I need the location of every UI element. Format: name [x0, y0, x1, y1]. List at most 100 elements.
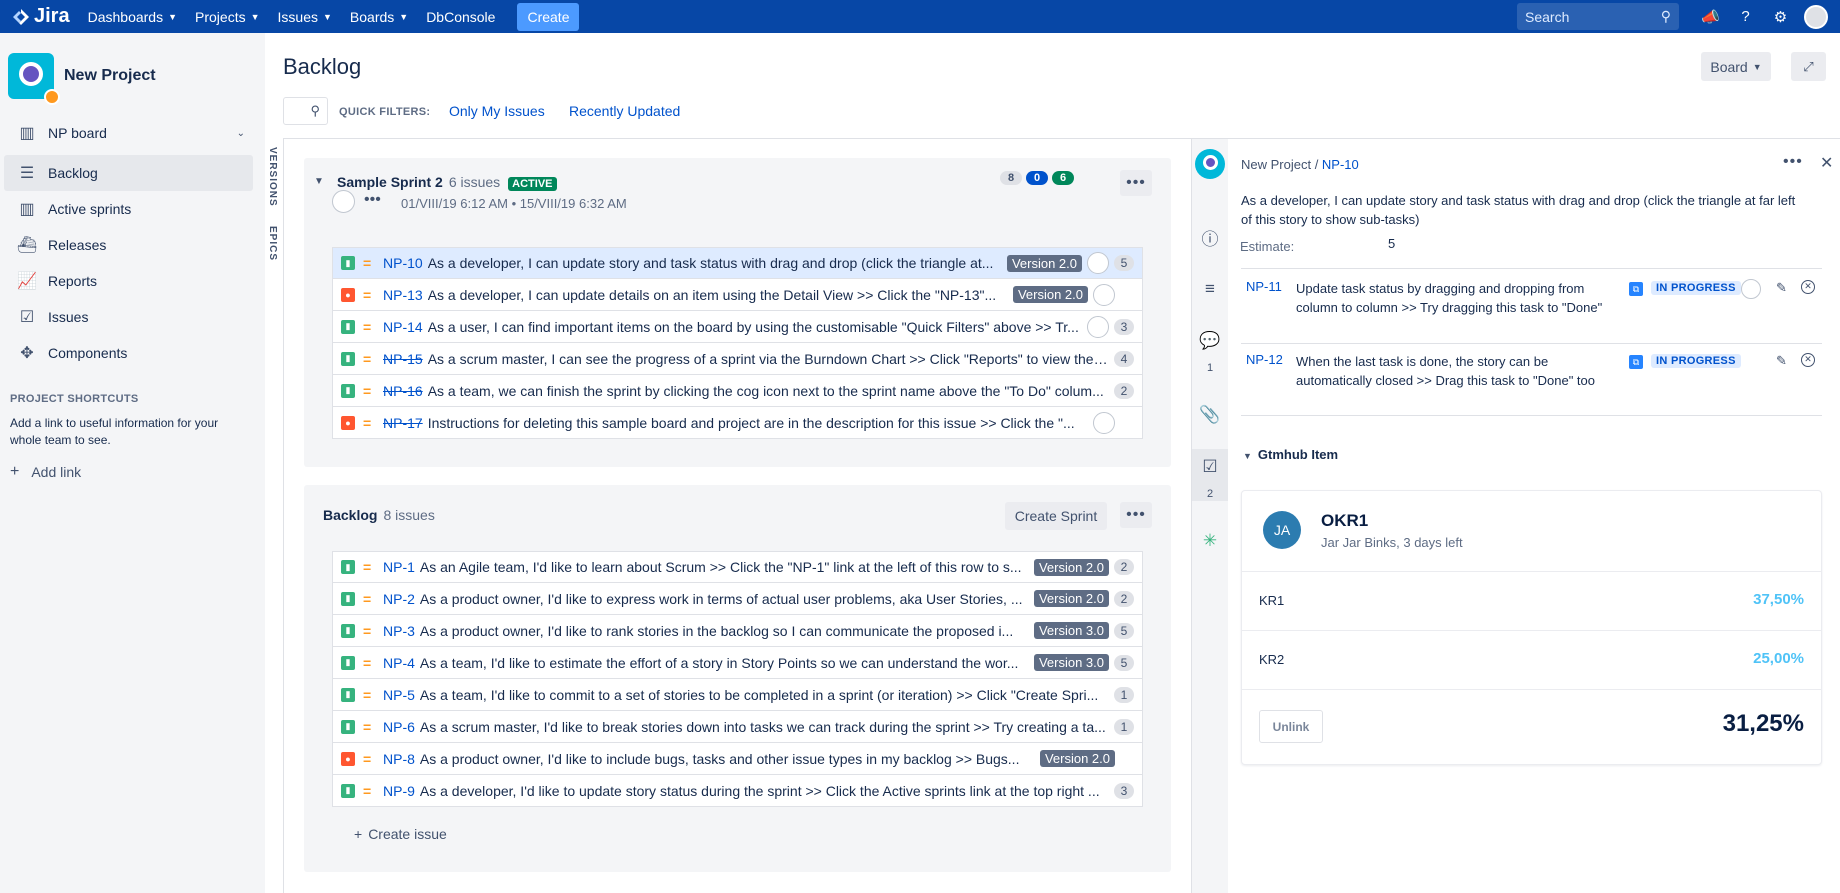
edit-icon[interactable]: ✎ [1776, 353, 1787, 369]
sidebar-item-components[interactable]: ✥ Components [4, 335, 253, 371]
project-header[interactable]: New Project [0, 33, 265, 105]
gtmhub-section-header[interactable]: ▼ Gtmhub Item [1243, 447, 1338, 462]
issue-key[interactable]: NP-9 [383, 783, 415, 799]
issue-key[interactable]: NP-15 [383, 351, 423, 367]
description-icon[interactable]: ≡ [1192, 279, 1228, 299]
more-icon[interactable]: ••• [1783, 153, 1803, 171]
sprint-more-button[interactable]: ••• [1120, 170, 1152, 196]
sprint-assignee-avatar[interactable] [332, 190, 355, 213]
issue-key[interactable]: NP-2 [383, 591, 415, 607]
expand-icon[interactable]: ⤢ [1791, 52, 1826, 81]
issue-key[interactable]: NP-16 [383, 383, 423, 399]
nav-dashboards[interactable]: Dashboards ▼ [88, 9, 177, 25]
done-count-badge: 6 [1052, 171, 1074, 185]
help-icon[interactable]: ? [1728, 8, 1763, 25]
sidebar-item-issues[interactable]: ☑ Issues [4, 299, 253, 335]
more-icon[interactable]: ••• [364, 191, 381, 209]
nav-projects[interactable]: Projects ▼ [195, 9, 260, 25]
board-selector[interactable]: ▥ NP board ⌄ [4, 115, 253, 151]
key-result-row: KR2 25,00% [1242, 630, 1821, 689]
issue-key[interactable]: NP-1 [383, 559, 415, 575]
breadcrumb-project[interactable]: New Project [1241, 157, 1311, 172]
user-avatar[interactable] [1804, 4, 1828, 29]
nav-dbconsole[interactable]: DbConsole [426, 9, 495, 25]
issue-key[interactable]: NP-10 [383, 255, 423, 271]
issue-row[interactable]: ▮ = NP-10 As a developer, I can update stor… [332, 247, 1143, 279]
assignee-avatar[interactable] [1093, 283, 1115, 306]
settings-icon[interactable]: ⚙ [1763, 8, 1798, 26]
issue-summary[interactable]: As a developer, I can update story and t… [1241, 191, 1801, 229]
sidebar-item-active-sprints[interactable]: ▥ Active sprints [4, 191, 253, 227]
issue-row[interactable]: ▮ = NP-3 As a product owner, I'd like to ra… [332, 615, 1143, 647]
subtask-row[interactable]: NP-11 Update task status by dragging and… [1241, 279, 1822, 341]
subtask-key[interactable]: NP-11 [1246, 279, 1282, 294]
issue-row[interactable]: ▮ = NP-6 As a scrum master, I'd like to bre… [332, 711, 1143, 743]
issue-row[interactable]: ▮ = NP-14 As a user, I can find important i… [332, 311, 1143, 343]
subtask-status[interactable]: IN PROGRESS [1651, 281, 1741, 295]
sidebar-item-label: Issues [48, 309, 89, 325]
estimate-value[interactable]: 5 [1388, 236, 1395, 251]
gtmhub-icon[interactable]: ✳ [1192, 531, 1228, 551]
issue-key[interactable]: NP-8 [383, 751, 415, 767]
issue-row[interactable]: ▮ = NP-1 As an Agile team, I'd like to lear… [332, 551, 1143, 583]
tab-versions[interactable]: VERSIONS [267, 147, 278, 207]
attachment-icon[interactable]: 📎 [1192, 405, 1228, 425]
issue-key[interactable]: NP-17 [383, 415, 423, 431]
close-icon[interactable]: ✕ [1820, 153, 1833, 173]
issue-key[interactable]: NP-5 [383, 687, 415, 703]
issue-row[interactable]: ▮ = NP-4 As a team, I'd like to estimate th… [332, 647, 1143, 679]
subtask-status[interactable]: IN PROGRESS [1651, 354, 1741, 368]
issue-row[interactable]: ▮ = NP-16 As a team, we can finish the spri… [332, 375, 1143, 407]
search-input[interactable]: Search ⚲ [1517, 3, 1679, 30]
nav-boards[interactable]: Boards ▼ [350, 9, 408, 25]
megaphone-icon[interactable]: 📣 [1693, 8, 1728, 26]
info-icon[interactable]: ⓘ [1192, 225, 1228, 250]
remove-icon[interactable]: ✕ [1801, 353, 1815, 367]
subtask-row[interactable]: NP-12 When the last task is done, the st… [1241, 352, 1822, 414]
create-button[interactable]: Create [517, 2, 580, 31]
sidebar-item-backlog[interactable]: ☰ Backlog [4, 155, 253, 191]
tab-epics[interactable]: EPICS [267, 226, 278, 261]
unlink-button[interactable]: Unlink [1259, 710, 1323, 743]
issue-row[interactable]: ● = NP-13 As a developer, I can update deta… [332, 279, 1143, 311]
issue-key[interactable]: NP-6 [383, 719, 415, 735]
collapse-caret-icon[interactable]: ▼ [314, 176, 324, 187]
subtask-assignee-avatar[interactable] [1741, 279, 1761, 299]
issue-row[interactable]: ● = NP-8 As a product owner, I'd like to in… [332, 743, 1143, 775]
sidebar-item-releases[interactable]: ⛴ Releases [4, 227, 253, 263]
assignee-avatar[interactable] [1093, 411, 1115, 434]
in-progress-count-badge: 0 [1026, 171, 1048, 185]
create-sprint-button[interactable]: Create Sprint [1005, 502, 1107, 530]
issue-row[interactable]: ● = NP-17 Instructions for deleting this sa… [332, 407, 1143, 439]
issue-row[interactable]: ▮ = NP-2 As a product owner, I'd like to ex… [332, 583, 1143, 615]
board-dropdown[interactable]: Board ▼ [1701, 52, 1771, 81]
issue-row[interactable]: ▮ = NP-5 As a team, I'd like to commit to a… [332, 679, 1143, 711]
assignee-avatar[interactable] [1087, 315, 1109, 338]
quick-filter-only-my-issues[interactable]: Only My Issues [449, 103, 545, 119]
jira-logo[interactable]: Jira [12, 5, 70, 28]
priority-medium-icon: = [363, 414, 372, 431]
subtasks-icon[interactable]: ☑ [1192, 457, 1228, 477]
edit-icon[interactable]: ✎ [1776, 280, 1787, 296]
sidebar-item-label: Components [48, 345, 128, 361]
issue-key[interactable]: NP-4 [383, 655, 415, 671]
assignee-avatar[interactable] [1087, 252, 1109, 274]
okr-name[interactable]: OKR1 [1321, 511, 1368, 531]
remove-icon[interactable]: ✕ [1801, 280, 1815, 294]
quick-filter-search[interactable]: ⚲ [283, 97, 328, 125]
subtask-divider [1241, 343, 1822, 344]
sidebar-item-reports[interactable]: 📈 Reports [4, 263, 253, 299]
backlog-more-button[interactable]: ••• [1120, 502, 1152, 528]
create-issue-button[interactable]: + Create issue [354, 826, 447, 842]
subtask-key[interactable]: NP-12 [1246, 352, 1283, 367]
issue-row[interactable]: ▮ = NP-9 As a developer, I'd like to update… [332, 775, 1143, 807]
nav-issues[interactable]: Issues ▼ [278, 9, 332, 25]
comment-icon[interactable]: 💬 [1192, 331, 1228, 351]
issue-key[interactable]: NP-14 [383, 319, 423, 335]
add-link-button[interactable]: + Add link [10, 463, 265, 481]
breadcrumb-issue-key[interactable]: NP-10 [1322, 157, 1359, 172]
quick-filter-recently-updated[interactable]: Recently Updated [569, 103, 680, 119]
issue-key[interactable]: NP-13 [383, 287, 423, 303]
issue-key[interactable]: NP-3 [383, 623, 415, 639]
issue-row[interactable]: ▮ = NP-15 As a scrum master, I can see the … [332, 343, 1143, 375]
